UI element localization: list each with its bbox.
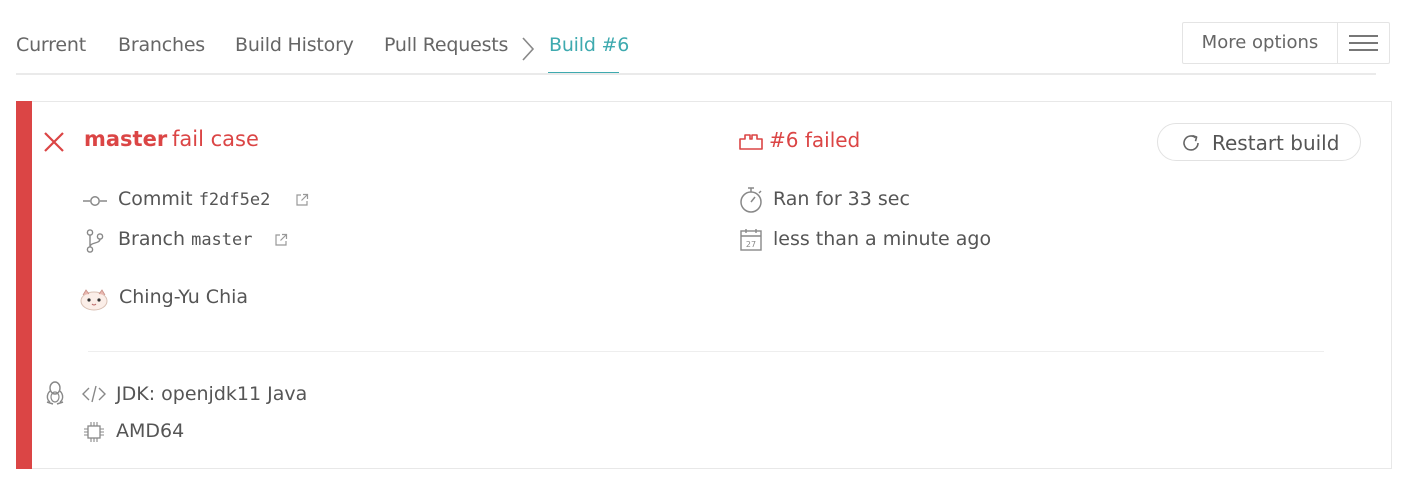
tabs-divider <box>16 73 1376 75</box>
hamburger-menu-icon[interactable] <box>1338 23 1390 63</box>
tab-current-build[interactable]: Build #6 <box>549 34 629 56</box>
author-name: Ching-Yu Chia <box>119 286 249 308</box>
more-options-dropdown[interactable]: More options <box>1182 22 1390 64</box>
stopwatch-icon <box>738 186 764 214</box>
commit-row[interactable]: Commit f2df5e2 <box>118 188 270 210</box>
commit-label: Commit <box>118 188 193 210</box>
commit-message: fail case <box>172 127 259 151</box>
restart-icon <box>1180 132 1202 154</box>
branch-row[interactable]: Branch master <box>118 228 253 250</box>
commit-icon <box>83 193 107 209</box>
jdk-version: JDK: openjdk11 Java <box>116 383 308 405</box>
cpu-icon <box>83 421 105 443</box>
git-branch-icon <box>86 229 104 253</box>
build-status-text[interactable]: #6 failed <box>769 128 860 152</box>
branch-name-link[interactable]: master <box>84 127 167 151</box>
build-finished-time: less than a minute ago <box>773 228 992 250</box>
build-duration: Ran for 33 sec <box>773 188 910 210</box>
branch-label: Branch <box>118 228 186 250</box>
build-status-icon <box>739 133 763 151</box>
code-icon <box>82 385 106 403</box>
tab-build-history[interactable]: Build History <box>235 34 354 56</box>
tab-branches[interactable]: Branches <box>118 34 205 56</box>
cpu-arch: AMD64 <box>116 420 185 442</box>
external-link-icon[interactable] <box>295 193 309 207</box>
more-options-button[interactable]: More options <box>1183 23 1337 63</box>
calendar-icon: 27 <box>740 228 762 252</box>
external-link-icon[interactable] <box>274 233 288 247</box>
linux-icon <box>45 381 65 405</box>
section-divider <box>88 351 1324 352</box>
chevron-right-icon <box>521 36 535 62</box>
failed-x-icon <box>43 131 65 153</box>
avatar <box>80 289 108 311</box>
tab-current[interactable]: Current <box>16 34 86 56</box>
tab-pull-requests[interactable]: Pull Requests <box>384 34 508 56</box>
restart-build-label: Restart build <box>1212 131 1340 155</box>
restart-build-button[interactable]: Restart build <box>1157 123 1361 161</box>
commit-sha-link[interactable]: f2df5e2 <box>199 190 271 210</box>
branch-value-link[interactable]: master <box>191 230 252 250</box>
build-status-stripe <box>16 101 32 469</box>
calendar-day: 27 <box>746 240 756 249</box>
